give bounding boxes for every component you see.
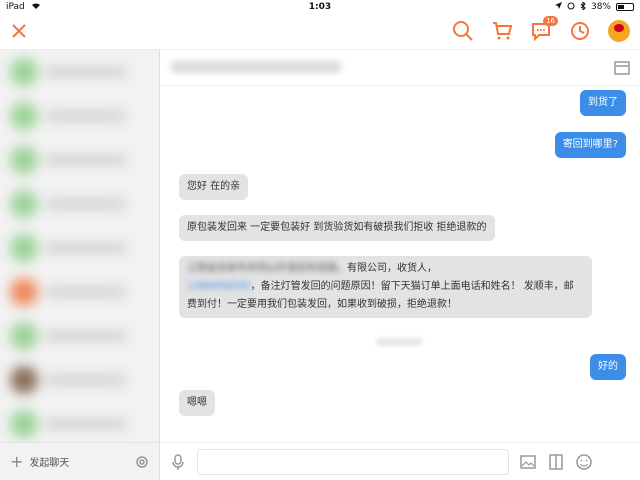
chat-header bbox=[161, 50, 640, 86]
shop-icon[interactable] bbox=[614, 60, 630, 75]
conversation-avatar bbox=[10, 366, 38, 394]
image-icon[interactable] bbox=[519, 453, 537, 471]
chat-panel: 到货了 寄回到哪里? 您好 在的亲 原包装发回来 一定要包装好 到货验货如有破损… bbox=[161, 50, 640, 480]
conversation-avatar bbox=[10, 146, 38, 174]
conversation-avatar bbox=[10, 322, 38, 350]
top-bar: 16 bbox=[0, 14, 640, 50]
conversation-item[interactable] bbox=[0, 182, 159, 226]
cart-icon[interactable] bbox=[491, 20, 513, 42]
outgoing-message: 到货了 bbox=[580, 90, 626, 116]
timestamp bbox=[376, 338, 422, 346]
message-line-2-text: ，备注灯管发回的问题原因！留下天猫订单上面电话和姓名！ 发顺丰，邮 bbox=[250, 281, 574, 292]
message-list: 到货了 寄回到哪里? 您好 在的亲 原包装发回来 一定要包装好 到货验货如有破损… bbox=[161, 86, 640, 442]
conversation-item[interactable] bbox=[0, 358, 159, 402]
conversation-item[interactable] bbox=[0, 314, 159, 358]
emoji-icon[interactable] bbox=[575, 453, 593, 471]
conversation-item[interactable] bbox=[0, 138, 159, 182]
plus-icon: + bbox=[10, 451, 24, 471]
conversation-avatar bbox=[10, 234, 38, 262]
bookmark-icon[interactable] bbox=[547, 453, 565, 471]
conversation-avatar bbox=[10, 102, 38, 130]
search-icon[interactable] bbox=[452, 20, 474, 42]
user-avatar[interactable] bbox=[608, 20, 630, 42]
conversation-list bbox=[0, 50, 159, 442]
incoming-message: 嗯嗯 bbox=[179, 390, 215, 416]
conversation-avatar bbox=[10, 190, 38, 218]
sidebar-footer: + 发起聊天 bbox=[0, 442, 159, 480]
incoming-message: 您好 在的亲 bbox=[179, 174, 249, 200]
conversation-item[interactable] bbox=[0, 270, 159, 314]
outgoing-message: 寄回到哪里? bbox=[554, 132, 626, 158]
message-line-1-text: 有限公司，收货人， bbox=[347, 263, 437, 274]
conversation-item[interactable] bbox=[0, 50, 159, 94]
close-icon[interactable] bbox=[10, 22, 28, 40]
start-chat-button[interactable]: + 发起聊天 bbox=[10, 451, 70, 471]
gear-icon[interactable] bbox=[134, 454, 150, 470]
chat-title bbox=[171, 61, 341, 73]
conversation-avatar bbox=[10, 410, 38, 438]
incoming-message: 江西省吉安市井冈山开发区科技园，有限公司，收货人， 1386958295，备注灯… bbox=[179, 256, 592, 318]
outgoing-message: 好的 bbox=[590, 354, 626, 380]
message-line: 费到付！一定要用我们包装发回，如果收到破损，拒绝退款！ bbox=[187, 299, 457, 310]
conversation-sidebar: + 发起聊天 bbox=[0, 50, 160, 480]
conversation-avatar bbox=[10, 278, 38, 306]
conversation-item[interactable] bbox=[0, 94, 159, 138]
message-line: 江西省吉安市井冈山开发区科技园，有限公司，收货人， bbox=[187, 263, 437, 274]
message-input[interactable] bbox=[197, 448, 509, 475]
conversation-avatar bbox=[10, 58, 38, 86]
composer bbox=[161, 442, 640, 480]
conversation-item[interactable] bbox=[0, 226, 159, 270]
conversation-item[interactable] bbox=[0, 402, 159, 446]
message-badge: 16 bbox=[543, 16, 558, 26]
message-icon[interactable]: 16 bbox=[530, 16, 558, 42]
incoming-message: 原包装发回来 一定要包装好 到货验货如有破损我们拒收 拒绝退款的 bbox=[179, 215, 495, 241]
start-chat-label: 发起聊天 bbox=[29, 458, 70, 469]
message-line: 1386958295，备注灯管发回的问题原因！留下天猫订单上面电话和姓名！ 发顺… bbox=[187, 281, 574, 292]
battery-icon bbox=[616, 3, 634, 11]
clock: 1:03 bbox=[308, 2, 332, 12]
microphone-icon[interactable] bbox=[169, 453, 187, 471]
status-bar: iPad 1:03 38% bbox=[0, 0, 640, 14]
history-icon[interactable] bbox=[569, 20, 591, 42]
